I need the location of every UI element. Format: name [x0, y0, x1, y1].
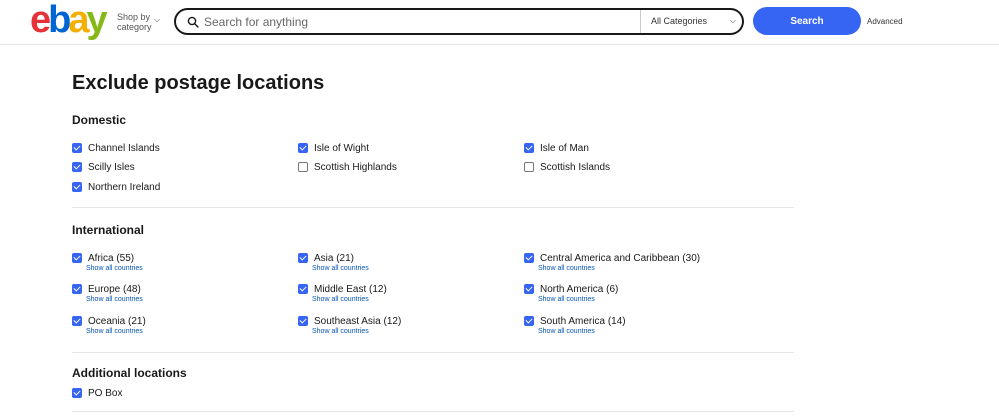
chevron-down-icon: ⌵	[154, 15, 161, 24]
show-all-countries-link[interactable]: Show all countries	[538, 265, 595, 272]
checkbox-checked-icon	[524, 253, 534, 263]
checkbox-unchecked-icon	[524, 162, 534, 172]
checkbox-checked-icon	[524, 143, 534, 153]
checkbox-checked-icon	[298, 316, 308, 326]
domestic-section-title: Domestic	[72, 113, 127, 127]
additional-section-title: Additional locations	[72, 366, 187, 380]
show-all-countries-link[interactable]: Show all countries	[538, 296, 595, 303]
category-select-value: All Categories	[651, 16, 708, 26]
section-divider	[72, 411, 794, 412]
checkbox-label: South America (14)	[540, 316, 626, 327]
checkbox-checked-icon	[72, 253, 82, 263]
checkbox-label: North America (6)	[540, 284, 619, 295]
advanced-search-link[interactable]: Advanced	[867, 17, 903, 26]
checkbox-checked-icon	[72, 162, 82, 172]
checkbox-label: Oceania (21)	[88, 316, 146, 327]
section-divider	[72, 207, 794, 208]
search-bar: All Categories ⌵	[174, 8, 744, 35]
checkbox-label: Middle East (12)	[314, 284, 387, 295]
page-title: Exclude postage locations	[72, 72, 325, 94]
chevron-down-icon: ⌵	[729, 16, 736, 25]
logo-letter-e: e	[30, 0, 51, 41]
checkbox-checked-icon	[524, 284, 534, 294]
checkbox-label: Europe (48)	[88, 284, 141, 295]
ebay-logo[interactable]: ebay	[30, 0, 108, 41]
logo-letter-a: a	[68, 0, 89, 41]
international-section-title: International	[72, 223, 145, 237]
checkbox-checked-icon	[298, 143, 308, 153]
category-select[interactable]: All Categories ⌵	[640, 10, 744, 33]
checkbox-label: Central America and Caribbean (30)	[540, 253, 701, 264]
checkbox-checked-icon	[72, 316, 82, 326]
show-all-countries-link[interactable]: Show all countries	[538, 328, 595, 335]
checkbox-checked-icon	[298, 284, 308, 294]
shop-by-label-line2: category	[117, 22, 152, 32]
shop-by-label-line1: Shop by	[117, 12, 151, 22]
checkbox-unchecked-icon	[298, 162, 308, 172]
checkbox-label: Isle of Wight	[314, 143, 370, 154]
search-button[interactable]: Search	[753, 7, 861, 35]
header: ebay Shop by category ⌵ All Categories ⌵…	[0, 0, 999, 44]
checkbox-checked-icon	[298, 253, 308, 263]
checkbox-label: Channel Islands	[88, 143, 160, 154]
checkbox-checked-icon	[524, 316, 534, 326]
checkbox-label: Scottish Highlands	[314, 162, 397, 173]
search-input[interactable]	[204, 12, 634, 32]
checkbox-label: Scilly Isles	[88, 162, 135, 173]
checkbox-checked-icon	[72, 388, 82, 398]
header-divider	[0, 44, 999, 45]
show-all-countries-link[interactable]: Show all countries	[86, 296, 143, 303]
show-all-countries-link[interactable]: Show all countries	[86, 265, 143, 272]
logo-letter-y: y	[86, 0, 108, 41]
checkbox-label: Southeast Asia (12)	[314, 316, 402, 327]
checkbox-label: Isle of Man	[540, 143, 589, 154]
checkbox-checked-icon	[72, 284, 82, 294]
show-all-countries-link[interactable]: Show all countries	[312, 296, 369, 303]
checkbox-label: Northern Ireland	[88, 182, 161, 193]
checkbox-label: PO Box	[88, 388, 123, 399]
search-icon	[187, 16, 199, 28]
show-all-countries-link[interactable]: Show all countries	[312, 328, 369, 335]
checkbox-checked-icon	[72, 182, 82, 192]
show-all-countries-link[interactable]: Show all countries	[86, 328, 143, 335]
checkbox-label: Africa (55)	[88, 253, 135, 264]
section-divider	[72, 352, 794, 353]
checkbox-checked-icon	[72, 143, 82, 153]
show-all-countries-link[interactable]: Show all countries	[312, 265, 369, 272]
checkbox-label: Asia (21)	[314, 253, 355, 264]
logo-letter-b: b	[48, 0, 71, 41]
checkbox-label: Scottish Islands	[540, 162, 611, 173]
shop-by-category-button[interactable]: Shop by category ⌵	[117, 12, 160, 32]
